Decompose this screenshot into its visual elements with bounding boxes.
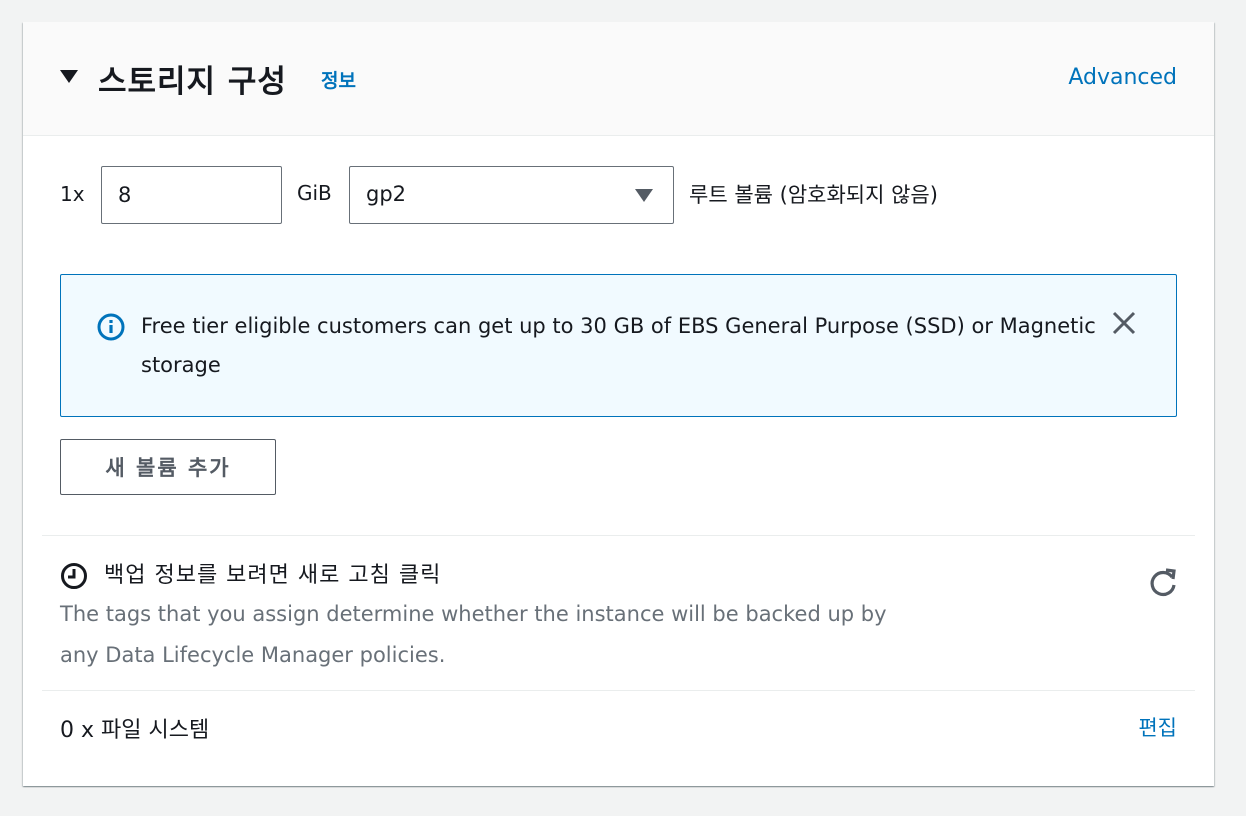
backup-title: 백업 정보를 보려면 새로 고침 클릭 xyxy=(104,563,442,588)
backup-info-section: 백업 정보를 보려면 새로 고침 클릭 The tags that you as… xyxy=(60,556,1180,676)
volume-size-input[interactable] xyxy=(101,166,282,224)
section-divider xyxy=(42,690,1195,691)
edit-file-systems-link[interactable]: 편집 xyxy=(1138,712,1177,742)
info-link[interactable]: 정보 xyxy=(321,66,356,93)
advanced-link[interactable]: Advanced xyxy=(1068,65,1177,90)
panel-title: 스토리지 구성 xyxy=(98,64,287,100)
dropdown-caret-icon xyxy=(635,189,653,202)
volume-type-value: gp2 xyxy=(366,182,407,206)
volume-unit-label: GiB xyxy=(297,181,332,205)
section-divider xyxy=(42,535,1195,536)
storage-config-panel: 스토리지 구성 정보 Advanced 1x GiB gp2 루트 볼륨 (암호… xyxy=(23,22,1214,786)
alert-message: Free tier eligible customers can get up … xyxy=(141,314,1096,377)
panel-header: 스토리지 구성 정보 Advanced xyxy=(23,22,1214,136)
volume-count-label: 1x xyxy=(60,182,85,206)
add-volume-button[interactable]: 새 볼륨 추가 xyxy=(60,439,276,495)
root-volume-description: 루트 볼륨 (암호화되지 않음) xyxy=(689,183,938,207)
collapse-caret-icon[interactable] xyxy=(60,70,78,83)
volume-type-select[interactable]: gp2 xyxy=(349,166,674,224)
info-icon xyxy=(97,313,125,341)
clock-icon xyxy=(61,563,87,589)
refresh-icon[interactable] xyxy=(1146,566,1180,600)
free-tier-alert: Free tier eligible customers can get up … xyxy=(60,274,1177,417)
backup-description: The tags that you assign determine wheth… xyxy=(60,602,887,667)
file-systems-label: 0 x 파일 시스템 xyxy=(60,718,210,743)
close-icon[interactable] xyxy=(1110,309,1138,337)
